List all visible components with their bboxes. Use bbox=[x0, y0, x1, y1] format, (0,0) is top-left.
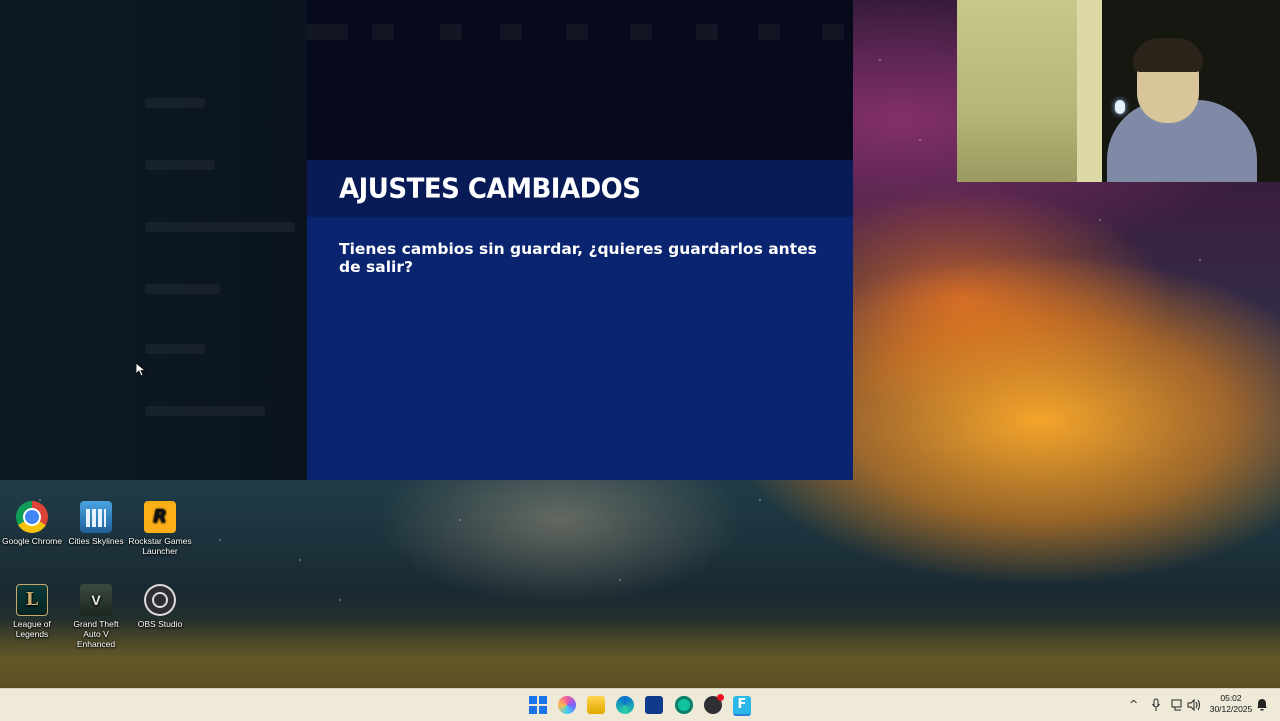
desktop-icon-obs-studio[interactable]: OBS Studio bbox=[128, 584, 192, 629]
dimmed-menu-item bbox=[145, 160, 215, 170]
webcam-wall bbox=[957, 0, 1077, 182]
store-icon[interactable] bbox=[645, 696, 663, 714]
league-of-legends-icon: L bbox=[16, 584, 48, 616]
dimmed-tab bbox=[758, 24, 780, 40]
mouse-cursor-icon bbox=[136, 363, 146, 377]
dimmed-menu-item bbox=[145, 406, 265, 416]
volume-icon[interactable] bbox=[1187, 689, 1201, 721]
dimmed-tab bbox=[696, 24, 718, 40]
desktop-icon-gta-v[interactable]: V Grand Theft Auto V Enhanced bbox=[64, 584, 128, 649]
obs-icon bbox=[144, 584, 176, 616]
desktop-icon-label: Rockstar Games Launcher bbox=[128, 536, 192, 556]
settings-changed-dialog: AJUSTES CAMBIADOS Tienes cambios sin gua… bbox=[307, 160, 853, 480]
desktop-icon-label: Grand Theft Auto V Enhanced bbox=[73, 619, 119, 649]
system-clock[interactable]: 05:02 30/12/2025 bbox=[1204, 693, 1258, 715]
dimmed-menu-item bbox=[145, 344, 205, 354]
fortnite-icon[interactable]: F bbox=[733, 696, 751, 716]
settings-sidebar-dimmed bbox=[0, 0, 307, 480]
rockstar-icon: R bbox=[144, 501, 176, 533]
wallpaper-grass bbox=[0, 618, 1280, 688]
dimmed-menu-item bbox=[145, 284, 220, 294]
clock-date: 30/12/2025 bbox=[1209, 704, 1253, 714]
cities-skylines-icon bbox=[80, 501, 112, 533]
file-explorer-icon[interactable] bbox=[587, 696, 605, 714]
dialog-header: AJUSTES CAMBIADOS bbox=[307, 160, 853, 217]
chrome-icon bbox=[16, 501, 48, 533]
dimmed-tab bbox=[500, 24, 522, 40]
desktop-icon-chrome[interactable]: Google Chrome bbox=[0, 501, 64, 546]
desktop-icon-label: League of Legends bbox=[13, 619, 51, 639]
dimmed-menu-item bbox=[145, 98, 205, 108]
notification-icon[interactable] bbox=[1256, 698, 1268, 711]
dimmed-tab bbox=[566, 24, 588, 40]
app-icon[interactable] bbox=[675, 696, 693, 714]
copilot-icon[interactable] bbox=[558, 696, 576, 714]
edge-icon[interactable] bbox=[616, 696, 634, 714]
tray-chevron-icon[interactable]: ^ bbox=[1129, 689, 1138, 721]
webcam-person-hair bbox=[1133, 38, 1203, 72]
dialog-message: Tienes cambios sin guardar, ¿quieres gua… bbox=[339, 240, 817, 276]
dimmed-tab bbox=[372, 24, 394, 40]
desktop-icon-league-of-legends[interactable]: L League of Legends bbox=[0, 584, 64, 639]
dimmed-tab bbox=[440, 24, 462, 40]
dimmed-tab bbox=[822, 24, 844, 40]
desktop-icon-rockstar[interactable]: R Rockstar Games Launcher bbox=[128, 501, 192, 556]
microphone-icon[interactable] bbox=[1151, 689, 1161, 721]
game-window: AJUSTES CAMBIADOS Tienes cambios sin gua… bbox=[0, 0, 853, 480]
headset-light bbox=[1115, 100, 1125, 114]
dialog-title: AJUSTES CAMBIADOS bbox=[339, 173, 641, 205]
taskbar: F ^ 05:02 30/12/2025 bbox=[0, 688, 1280, 721]
dimmed-menu-item bbox=[145, 222, 295, 232]
desktop-icon-cities-skylines[interactable]: Cities Skylines bbox=[64, 501, 128, 546]
webcam-door bbox=[1077, 0, 1102, 182]
gta-v-icon: V bbox=[80, 584, 112, 616]
dimmed-tab bbox=[630, 24, 652, 40]
desktop-icon-label: Google Chrome bbox=[1, 536, 62, 546]
desktop-icon-label: OBS Studio bbox=[137, 619, 183, 629]
obs-taskbar-icon[interactable] bbox=[704, 694, 724, 714]
network-icon[interactable] bbox=[1171, 689, 1185, 721]
start-icon[interactable] bbox=[529, 696, 547, 714]
desktop-icon-label: Cities Skylines bbox=[68, 536, 124, 546]
webcam-overlay bbox=[957, 0, 1280, 182]
clock-time: 05:02 bbox=[1220, 693, 1242, 703]
